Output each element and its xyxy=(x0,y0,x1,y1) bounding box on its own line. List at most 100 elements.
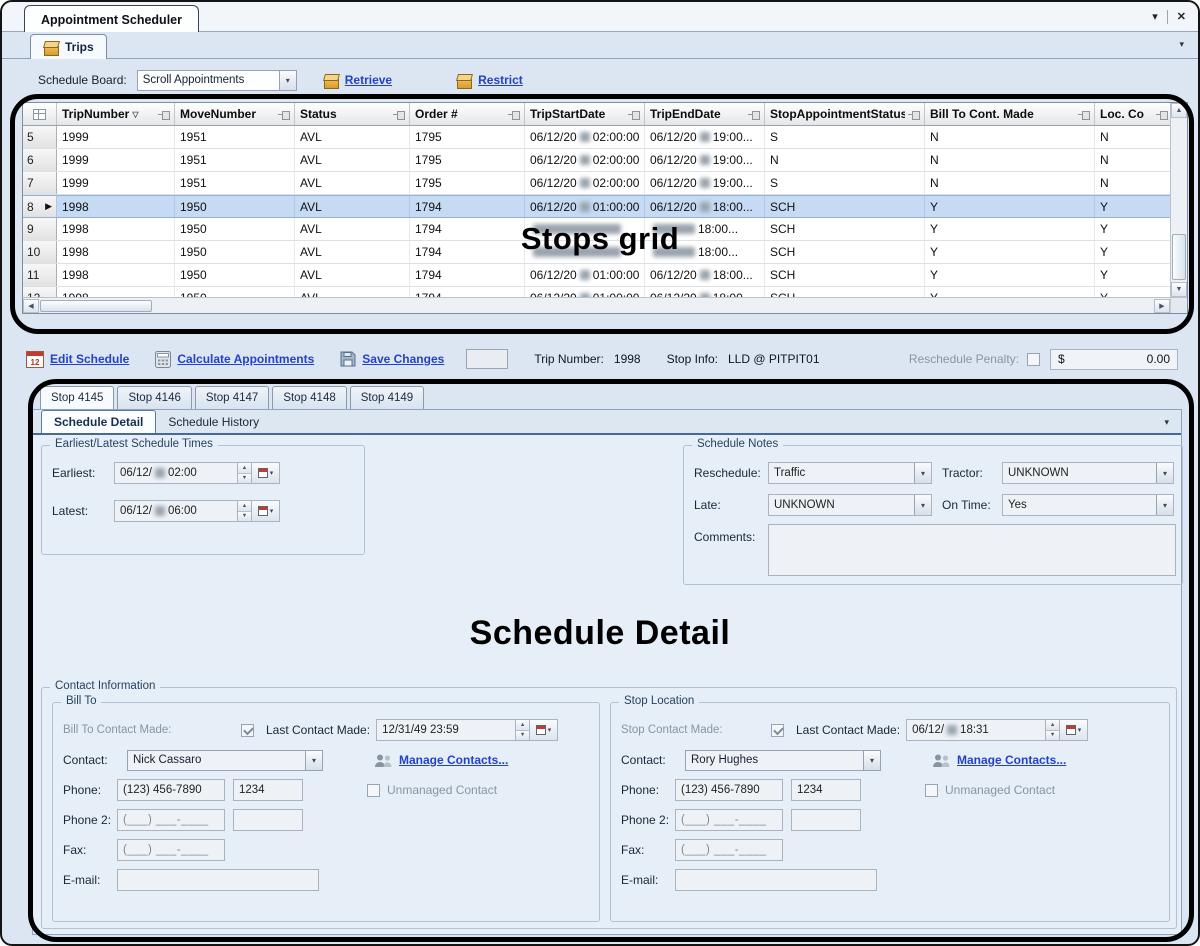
stop-tab-stop-4147[interactable]: Stop 4147 xyxy=(195,386,269,409)
chevron-down-icon[interactable]: ▾ xyxy=(279,71,296,90)
row-header[interactable]: 9 xyxy=(23,218,57,240)
vertical-scroll-thumb[interactable] xyxy=(1172,234,1186,280)
bill-to-manage-contacts-link[interactable]: Manage Contacts... xyxy=(399,753,508,767)
scroll-left-button[interactable]: ◀ xyxy=(23,299,39,313)
calendar-dropdown-button[interactable]: ▾ xyxy=(252,500,280,522)
chevron-down-icon[interactable]: ▾ xyxy=(914,463,931,483)
stop-phone2-ext-field[interactable] xyxy=(791,809,861,831)
restrict-link[interactable]: Restrict xyxy=(478,73,523,87)
row-header[interactable]: 12 xyxy=(23,287,57,297)
stop-phone-field[interactable]: (123) 456-7890 xyxy=(675,779,783,801)
save-changes-link[interactable]: Save Changes xyxy=(362,352,444,366)
spinner[interactable]: ▲▼ xyxy=(238,462,252,484)
grid-row[interactable]: 919981950AVL179418:00...SCHYY xyxy=(23,218,1170,241)
grid-row[interactable]: 519991951AVL179506/12/2002:00:0006/12/20… xyxy=(23,126,1170,149)
spinner[interactable]: ▲▼ xyxy=(1046,719,1060,741)
comments-textarea[interactable] xyxy=(768,524,1176,576)
stop-tab-stop-4148[interactable]: Stop 4148 xyxy=(272,386,346,409)
row-header[interactable]: 8▶ xyxy=(23,196,57,217)
schedule-board-select[interactable]: Scroll Appointments ▾ xyxy=(137,70,297,91)
row-header[interactable]: 10 xyxy=(23,241,57,263)
blank-field[interactable] xyxy=(466,349,508,369)
row-header[interactable]: 6 xyxy=(23,149,57,171)
horizontal-scrollbar[interactable]: ◀ ▶ xyxy=(23,297,1187,313)
row-header[interactable]: 7 xyxy=(23,172,57,194)
stop-contact-select[interactable]: Rory Hughes ▾ xyxy=(685,750,881,771)
tab-trips[interactable]: Trips xyxy=(30,34,107,59)
stop-tab-stop-4149[interactable]: Stop 4149 xyxy=(350,386,424,409)
column-chooser-button[interactable] xyxy=(23,103,57,125)
column-header-tripnumber[interactable]: TripNumber▽ xyxy=(57,103,175,125)
spinner[interactable]: ▲▼ xyxy=(516,719,530,741)
column-header-movenumber[interactable]: MoveNumber xyxy=(175,103,295,125)
stop-phone2-field[interactable]: (___) ___-____ xyxy=(675,809,783,831)
calculate-appointments-link[interactable]: Calculate Appointments xyxy=(177,352,314,366)
chevron-down-icon[interactable]: ▾ xyxy=(914,495,931,515)
bill-to-last-contact-field[interactable]: 12/31/49 23:59 ▲▼ ▾ xyxy=(376,719,558,741)
close-button[interactable]: ✕ xyxy=(1177,7,1186,27)
grid-row[interactable]: 619991951AVL179506/12/2002:00:0006/12/20… xyxy=(23,149,1170,172)
chevron-down-icon[interactable]: ▾ xyxy=(863,751,880,770)
reschedule-select[interactable]: Traffic ▾ xyxy=(768,462,932,484)
grid-row[interactable]: 1019981950AVL179418:00...SCHYY xyxy=(23,241,1170,264)
grid-row[interactable]: 8▶19981950AVL179406/12/2001:00:0006/12/2… xyxy=(23,195,1170,218)
bill-to-phone2-field[interactable]: (___) ___-____ xyxy=(117,809,225,831)
column-header-tripenddate[interactable]: TripEndDate xyxy=(645,103,765,125)
grid-row[interactable]: 1219981950AVL179406/12/2001:00:0006/12/2… xyxy=(23,287,1170,297)
bill-to-phone-field[interactable]: (123) 456-7890 xyxy=(117,779,225,801)
horizontal-scroll-thumb[interactable] xyxy=(40,300,152,312)
reschedule-penalty-checkbox[interactable] xyxy=(1027,353,1040,366)
stop-email-field[interactable] xyxy=(675,869,877,891)
grid-row[interactable]: 719991951AVL179506/12/2002:00:0006/12/20… xyxy=(23,172,1170,195)
spinner[interactable]: ▲▼ xyxy=(238,500,252,522)
tab-schedule-history[interactable]: Schedule History xyxy=(156,410,271,433)
earliest-datetime-field[interactable]: 06/12/ 02:00 ▲▼ ▾ xyxy=(114,462,280,484)
stop-tab-stop-4145[interactable]: Stop 4145 xyxy=(40,386,114,409)
column-header-stopappointmentstatus[interactable]: StopAppointmentStatus xyxy=(765,103,925,125)
stop-unmanaged-checkbox[interactable] xyxy=(925,784,938,797)
stop-tab-stop-4146[interactable]: Stop 4146 xyxy=(117,386,191,409)
tractor-select[interactable]: UNKNOWN ▾ xyxy=(1002,462,1174,484)
detail-tab-chevron-icon[interactable]: ▾ xyxy=(1164,417,1169,428)
row-header[interactable]: 11 xyxy=(23,264,57,286)
column-header-bill-to-cont-made[interactable]: Bill To Cont. Made xyxy=(925,103,1095,125)
vertical-scrollbar[interactable]: ▲ ▼ xyxy=(1170,103,1187,297)
stop-fax-field[interactable]: (___) ___-____ xyxy=(675,839,783,861)
row-header[interactable]: 5 xyxy=(23,126,57,148)
column-header-loc-co[interactable]: Loc. Co xyxy=(1095,103,1170,125)
latest-datetime-field[interactable]: 06/12/ 06:00 ▲▼ ▾ xyxy=(114,500,280,522)
stop-manage-contacts-link[interactable]: Manage Contacts... xyxy=(957,753,1066,767)
scroll-right-button[interactable]: ▶ xyxy=(1154,299,1170,313)
retrieve-link[interactable]: Retrieve xyxy=(345,73,392,87)
horizontal-scroll-track[interactable] xyxy=(152,298,1154,313)
window-title-tab[interactable]: Appointment Scheduler xyxy=(24,5,199,33)
bill-to-fax-field[interactable]: (___) ___-____ xyxy=(117,839,225,861)
bill-to-unmanaged-checkbox[interactable] xyxy=(367,784,380,797)
on-time-select[interactable]: Yes ▾ xyxy=(1002,494,1174,516)
penalty-amount-field[interactable]: $ 0.00 xyxy=(1050,349,1178,370)
calendar-dropdown-button[interactable]: ▾ xyxy=(252,462,280,484)
bill-to-contact-select[interactable]: Nick Cassaro ▾ xyxy=(127,750,323,771)
late-select[interactable]: UNKNOWN ▾ xyxy=(768,494,932,516)
tab-schedule-detail[interactable]: Schedule Detail xyxy=(41,410,156,433)
calendar-dropdown-button[interactable]: ▾ xyxy=(530,719,558,741)
grid-row[interactable]: 1119981950AVL179406/12/2001:00:0006/12/2… xyxy=(23,264,1170,287)
edit-schedule-link[interactable]: Edit Schedule xyxy=(50,352,129,366)
tab-list-chevron-icon[interactable]: ▾ xyxy=(1179,39,1184,50)
chevron-down-icon[interactable]: ▾ xyxy=(1156,463,1173,483)
stop-last-contact-field[interactable]: 06/12/ 18:31 ▲▼ ▾ xyxy=(906,719,1088,741)
column-header-tripstartdate[interactable]: TripStartDate xyxy=(525,103,645,125)
window-menu-button[interactable]: ▾ xyxy=(1152,7,1158,27)
calendar-dropdown-button[interactable]: ▾ xyxy=(1060,719,1088,741)
bill-to-phone2-ext-field[interactable] xyxy=(233,809,303,831)
vertical-scroll-track[interactable] xyxy=(1171,118,1187,282)
chevron-down-icon[interactable]: ▾ xyxy=(1156,495,1173,515)
bill-to-email-field[interactable] xyxy=(117,869,319,891)
stop-contact-made-checkbox[interactable] xyxy=(771,724,784,737)
bill-to-contact-made-checkbox[interactable] xyxy=(241,724,254,737)
column-header-order[interactable]: Order # xyxy=(410,103,525,125)
scroll-down-button[interactable]: ▼ xyxy=(1171,282,1187,297)
chevron-down-icon[interactable]: ▾ xyxy=(305,751,322,770)
column-header-status[interactable]: Status xyxy=(295,103,410,125)
bill-to-phone-ext-field[interactable]: 1234 xyxy=(233,779,303,801)
